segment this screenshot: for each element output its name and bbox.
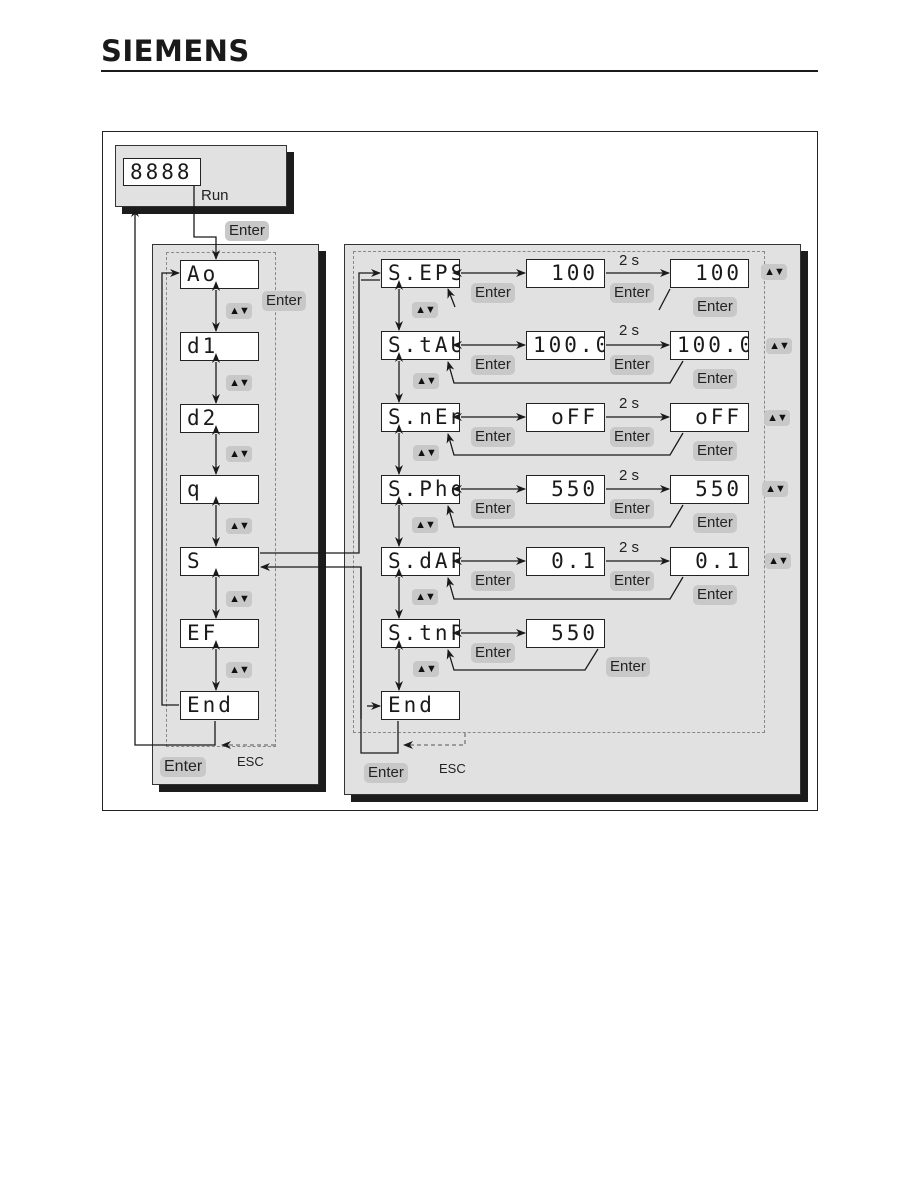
param-s-tau-value[interactable]: 100.0 — [526, 331, 605, 360]
param-s-nen[interactable]: S.nEn — [381, 403, 460, 432]
enter-key-confirm[interactable]: Enter — [610, 355, 654, 375]
param-s-tau-confirmed: 100.0 — [670, 331, 749, 360]
nav-arrows-icon[interactable]: ▲▼ — [226, 662, 252, 678]
delay-label: 2 s — [619, 322, 640, 339]
esc-label-main-menu: ESC — [237, 754, 264, 769]
enter-key-confirm[interactable]: Enter — [610, 427, 654, 447]
nav-arrows-icon[interactable]: ▲▼ — [226, 518, 252, 534]
enter-key-edit[interactable]: Enter — [471, 499, 515, 519]
header-rule — [101, 70, 818, 72]
param-s-nen-value[interactable]: oFF — [526, 403, 605, 432]
nav-arrows-icon[interactable]: ▲▼ — [226, 375, 252, 391]
menu-item-s[interactable]: S — [180, 547, 259, 576]
enter-key-exit-main-menu[interactable]: Enter — [160, 757, 207, 777]
delay-label: 2 s — [619, 467, 640, 484]
nav-arrows-icon[interactable]: ▲▼ — [412, 517, 438, 533]
enter-key-confirm[interactable]: Enter — [610, 499, 654, 519]
delay-label: 2 s — [619, 252, 640, 269]
value-adjust-arrows-icon[interactable]: ▲▼ — [765, 553, 791, 569]
delay-label: 2 s — [619, 539, 640, 556]
esc-label-s-submenu: ESC — [439, 761, 466, 776]
param-s-tnp-value[interactable]: 550 — [526, 619, 605, 648]
nav-arrows-icon[interactable]: ▲▼ — [413, 445, 439, 461]
nav-arrows-icon[interactable]: ▲▼ — [226, 303, 252, 319]
menu-item-d2[interactable]: d2 — [180, 404, 259, 433]
param-s-dap-value[interactable]: 0.1 — [526, 547, 605, 576]
enter-key-confirm[interactable]: Enter — [610, 283, 654, 303]
menu-item-end[interactable]: End — [180, 691, 259, 720]
run-display: 8888 — [123, 158, 201, 186]
param-s-tnp[interactable]: S.tnP — [381, 619, 460, 648]
menu-item-ef[interactable]: EF — [180, 619, 259, 648]
nav-arrows-icon[interactable]: ▲▼ — [413, 661, 439, 677]
enter-key-confirm[interactable]: Enter — [610, 571, 654, 591]
enter-key-edit[interactable]: Enter — [471, 643, 515, 663]
run-label: Run — [201, 187, 229, 204]
menu-item-d1[interactable]: d1 — [180, 332, 259, 361]
s-submenu-end[interactable]: End — [381, 691, 460, 720]
enter-key-return[interactable]: Enter — [606, 657, 650, 677]
param-s-dap-confirmed: 0.1 — [670, 547, 749, 576]
enter-key-return[interactable]: Enter — [693, 513, 737, 533]
param-s-eps[interactable]: S.EPS — [381, 259, 460, 288]
menu-item-q[interactable]: q — [180, 475, 259, 504]
value-adjust-arrows-icon[interactable]: ▲▼ — [766, 338, 792, 354]
enter-key-return[interactable]: Enter — [693, 585, 737, 605]
nav-arrows-icon[interactable]: ▲▼ — [413, 373, 439, 389]
enter-key-main-menu[interactable]: Enter — [262, 291, 306, 311]
enter-key-to-menu[interactable]: Enter — [225, 221, 269, 241]
siemens-logo: SIEMENS — [101, 34, 250, 68]
param-s-phd[interactable]: S.Phd — [381, 475, 460, 504]
nav-arrows-icon[interactable]: ▲▼ — [412, 302, 438, 318]
enter-key-exit-s-submenu[interactable]: Enter — [364, 763, 408, 783]
value-adjust-arrows-icon[interactable]: ▲▼ — [761, 264, 787, 280]
enter-key-return[interactable]: Enter — [693, 369, 737, 389]
value-adjust-arrows-icon[interactable]: ▲▼ — [764, 410, 790, 426]
enter-key-edit[interactable]: Enter — [471, 571, 515, 591]
param-s-nen-confirmed: oFF — [670, 403, 749, 432]
enter-key-edit[interactable]: Enter — [471, 355, 515, 375]
menu-item-ao[interactable]: Ao — [180, 260, 259, 289]
enter-key-return[interactable]: Enter — [693, 297, 737, 317]
param-s-eps-value[interactable]: 100 — [526, 259, 605, 288]
enter-key-edit[interactable]: Enter — [471, 427, 515, 447]
param-s-dap[interactable]: S.dAP — [381, 547, 460, 576]
param-s-tau[interactable]: S.tAU — [381, 331, 460, 360]
enter-key-edit[interactable]: Enter — [471, 283, 515, 303]
value-adjust-arrows-icon[interactable]: ▲▼ — [762, 481, 788, 497]
nav-arrows-icon[interactable]: ▲▼ — [226, 446, 252, 462]
param-s-phd-confirmed: 550 — [670, 475, 749, 504]
nav-arrows-icon[interactable]: ▲▼ — [226, 591, 252, 607]
enter-key-return[interactable]: Enter — [693, 441, 737, 461]
nav-arrows-icon[interactable]: ▲▼ — [412, 589, 438, 605]
param-s-phd-value[interactable]: 550 — [526, 475, 605, 504]
param-s-eps-confirmed: 100 — [670, 259, 749, 288]
delay-label: 2 s — [619, 395, 640, 412]
